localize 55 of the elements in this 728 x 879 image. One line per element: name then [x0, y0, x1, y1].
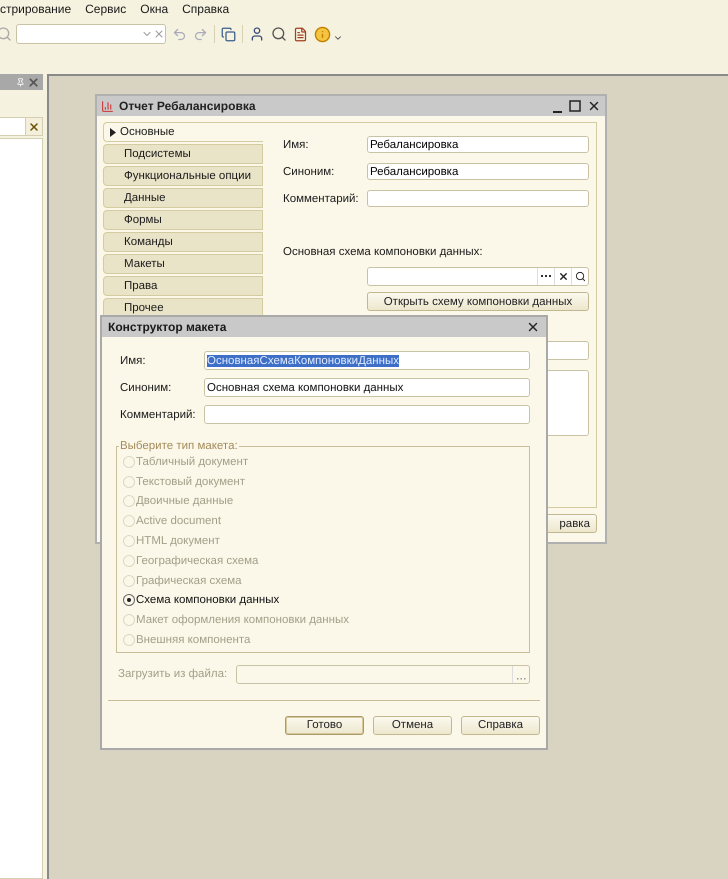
radio-button[interactable]: [123, 594, 135, 606]
clear-icon[interactable]: [558, 271, 568, 282]
window-title: Отчет Ребалансировка: [119, 99, 256, 113]
field-label: Основная схема компоновки данных:: [283, 246, 484, 258]
ellipsis-icon[interactable]: [541, 275, 551, 278]
filter-field[interactable]: [0, 117, 43, 136]
search-field[interactable]: [16, 24, 166, 44]
tab[interactable]: Права: [103, 276, 263, 296]
clear-icon[interactable]: [28, 120, 40, 132]
help-search-icon[interactable]: [271, 26, 287, 42]
tab[interactable]: Макеты: [103, 254, 263, 274]
menu-item[interactable]: Сервис: [85, 2, 126, 16]
open-schema-button[interactable]: Открыть схему компоновки данных: [367, 292, 589, 311]
text-field[interactable]: ОсновнаяСхемаКомпоновкиДанных: [204, 351, 530, 370]
text-field[interactable]: Ребалансировка: [367, 163, 589, 180]
field-label: Синоним:: [120, 382, 172, 394]
text-field[interactable]: Ребалансировка: [367, 136, 589, 153]
field-label: Имя:: [120, 354, 147, 366]
windows-icon[interactable]: [221, 26, 236, 42]
forward-icon[interactable]: [193, 26, 208, 42]
tab[interactable]: Формы: [103, 210, 263, 230]
tab[interactable]: Подсистемы: [103, 144, 263, 164]
schema-field[interactable]: [367, 267, 589, 286]
report-icon: [101, 100, 114, 112]
person-icon[interactable]: [249, 26, 265, 42]
field-label: Комментарий:: [283, 192, 360, 204]
menu-item[interactable]: Окна: [140, 2, 168, 16]
back-icon[interactable]: [172, 26, 187, 42]
file-field[interactable]: [236, 664, 530, 684]
close-icon[interactable]: [587, 99, 601, 113]
search-icon[interactable]: [574, 271, 586, 282]
menu-item[interactable]: стрирование: [0, 2, 72, 16]
group-title: Выберите тип макета:: [119, 440, 239, 452]
dialog-title: Конструктор макета: [108, 320, 226, 334]
document-icon[interactable]: [293, 26, 308, 42]
pin-icon[interactable]: [16, 78, 25, 86]
dialog-button[interactable]: Отмена: [373, 716, 452, 735]
text-field[interactable]: [367, 190, 589, 207]
close-icon[interactable]: [526, 320, 540, 334]
tab[interactable]: Команды: [103, 232, 263, 252]
text-field[interactable]: [204, 405, 530, 424]
field-label: Синоним:: [283, 166, 336, 178]
field-label: Комментарий:: [120, 408, 197, 420]
field-label: Имя:: [283, 138, 310, 150]
text-field[interactable]: Основная схема компоновки данных: [204, 378, 530, 397]
maximize-icon[interactable]: [569, 100, 581, 112]
dialog-button[interactable]: Готово: [285, 716, 364, 735]
field-label: Загрузить из файла:: [118, 668, 228, 680]
radio-option[interactable]: Схема компоновки данных: [123, 590, 523, 610]
tab[interactable]: Данные: [103, 188, 263, 208]
triangle-icon: [110, 128, 116, 136]
menu-item[interactable]: Справка: [182, 2, 230, 16]
tab[interactable]: Основные: [103, 122, 263, 142]
dialog-button[interactable]: Справка: [461, 716, 540, 735]
tab[interactable]: Функциональные опции: [103, 166, 263, 186]
